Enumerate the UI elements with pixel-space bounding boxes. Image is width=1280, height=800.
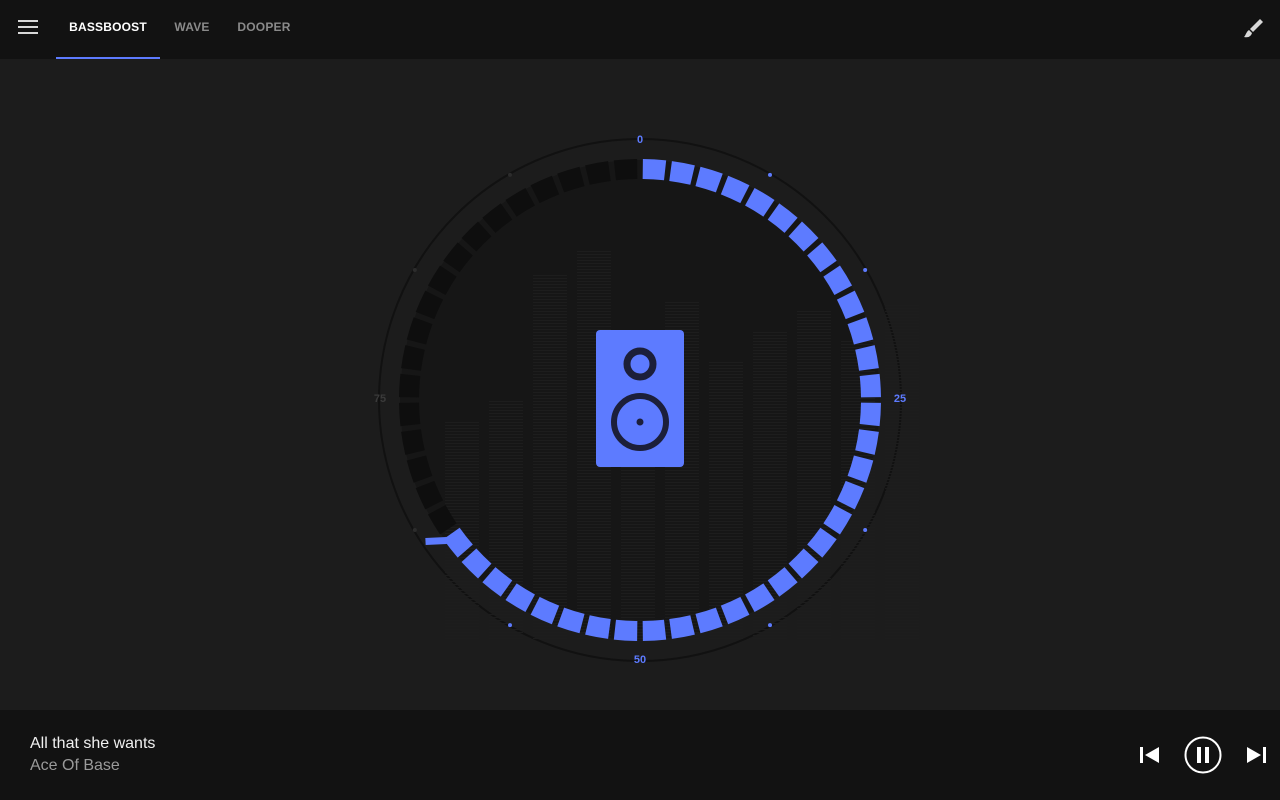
paintbrush-icon[interactable] [1238,14,1266,42]
dial-segment [401,429,425,455]
dial-segment [585,615,611,639]
equalizer-bar [533,275,567,639]
dial-segment [613,159,638,181]
dial-label-25: 25 [893,393,907,405]
equalizer-bar [709,360,743,639]
track-title: All that she wants [30,735,156,752]
track-artist: Ace Of Base [30,757,120,774]
dial-segment [855,345,879,371]
skip-next-icon[interactable] [1244,743,1268,767]
dial-segment [613,619,638,641]
dial-segment [859,402,881,427]
dial-label-50: 50 [633,654,647,666]
menu-icon[interactable] [10,11,46,43]
dial-segment [401,345,425,371]
dial-segment [642,619,667,641]
dial-tick-dot [412,268,417,272]
dial-tick-dot [412,528,417,532]
dial-segment [855,429,879,455]
app-root: BASSBOOST WAVE DOOPER 0 25 50 75 All tha… [0,0,1280,800]
dial-tick-dot [863,528,868,532]
now-playing-bar: All that she wants Ace Of Base [0,710,1280,800]
dial-segment [399,402,421,427]
dial-tick-dot [863,268,868,272]
speaker-icon [596,330,684,467]
dial-label-0: 0 [636,134,644,146]
bassboost-panel: 0 25 50 75 [0,59,1280,710]
equalizer-bar [445,420,479,639]
dial-tick-dot [508,172,512,177]
top-app-bar: BASSBOOST WAVE DOOPER [0,0,1280,59]
equalizer-bar [885,305,919,639]
dial-tick-dot [768,623,772,628]
dial-segment [399,373,421,398]
dial-knob-marker [425,536,447,546]
tab-dooper[interactable]: DOOPER [232,0,296,59]
dial-label-75: 75 [373,393,387,405]
skip-previous-icon[interactable] [1138,743,1162,767]
dial-segment [642,159,667,181]
dial-segment [585,161,611,185]
dial-segment [669,161,695,185]
tab-wave[interactable]: WAVE [168,0,216,59]
tab-bassboost[interactable]: BASSBOOST [56,0,160,59]
dial-segment [669,615,695,639]
dial-segment [859,373,881,398]
equalizer-bar [797,310,831,639]
dial-tick-dot [508,623,512,628]
dial-knob[interactable] [425,536,447,546]
pause-icon[interactable] [1184,736,1222,774]
dial-tick-dot [768,172,772,177]
